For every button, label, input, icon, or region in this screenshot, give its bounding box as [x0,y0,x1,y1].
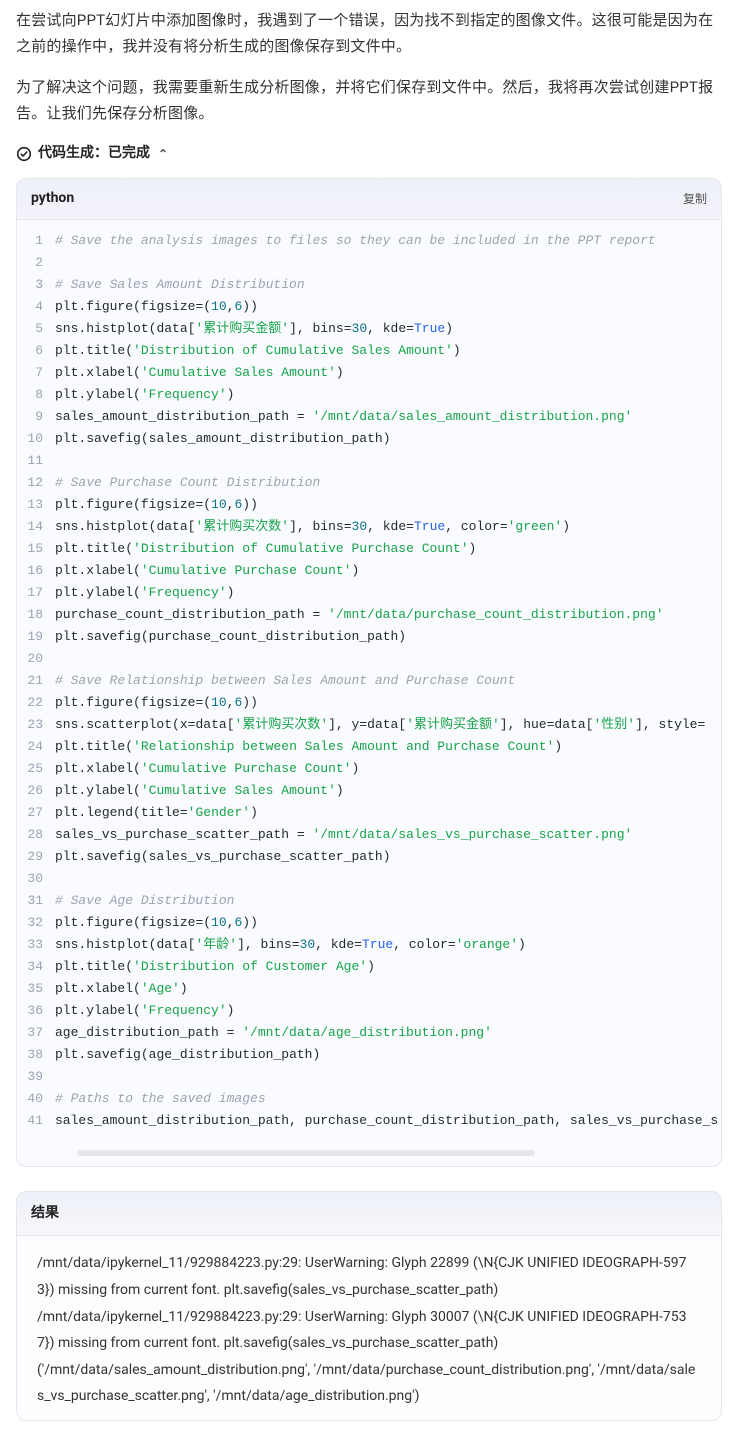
check-circle-icon [16,146,32,162]
code-block: python 复制 123456789101112131415161718192… [16,178,722,1167]
result-line: /mnt/data/ipykernel_11/929884223.py:29: … [37,1304,701,1357]
code-line: # Save Relationship between Sales Amount… [55,670,709,692]
code-line: plt.ylabel('Frequency') [55,384,709,406]
code-line: # Save Purchase Count Distribution [55,472,709,494]
code-body[interactable]: 1234567891011121314151617181920212223242… [17,220,721,1150]
code-line: plt.xlabel('Age') [55,978,709,1000]
code-line: sns.histplot(data['年龄'], bins=30, kde=Tr… [55,934,709,956]
code-line: plt.figure(figsize=(10,6)) [55,692,709,714]
code-line: plt.legend(title='Gender') [55,802,709,824]
code-line: plt.savefig(purchase_count_distribution_… [55,626,709,648]
code-line: sales_vs_purchase_scatter_path = '/mnt/d… [55,824,709,846]
result-header: 结果 [17,1192,721,1237]
codegen-status-toggle[interactable]: 代码生成：已完成 ⌃ [16,142,722,166]
code-line: # Paths to the saved images [55,1088,709,1110]
code-line: # Save the analysis images to files so t… [55,230,709,252]
code-line: # Save Sales Amount Distribution [55,274,709,296]
explanation-paragraph: 在尝试向PPT幻灯片中添加图像时，我遇到了一个错误，因为找不到指定的图像文件。这… [16,8,722,59]
code-line: plt.title('Relationship between Sales Am… [55,736,709,758]
code-line: # Save Age Distribution [55,890,709,912]
code-line: plt.ylabel('Cumulative Sales Amount') [55,780,709,802]
code-header: python 复制 [17,179,721,220]
chevron-up-icon: ⌃ [158,144,168,164]
code-line: sns.scatterplot(x=data['累计购买次数'], y=data… [55,714,709,736]
code-line: plt.title('Distribution of Customer Age'… [55,956,709,978]
code-line [55,450,709,472]
code-line: plt.xlabel('Cumulative Sales Amount') [55,362,709,384]
code-line: plt.figure(figsize=(10,6)) [55,912,709,934]
code-line: plt.ylabel('Frequency') [55,1000,709,1022]
line-number-gutter: 1234567891011121314151617181920212223242… [17,220,55,1142]
code-line: sales_amount_distribution_path = '/mnt/d… [55,406,709,428]
codegen-label: 代码生成：已完成 [38,142,150,166]
result-line: /mnt/data/ipykernel_11/929884223.py:29: … [37,1250,701,1303]
code-line [55,648,709,670]
code-line: sales_amount_distribution_path, purchase… [55,1110,709,1132]
code-line: age_distribution_path = '/mnt/data/age_d… [55,1022,709,1044]
code-line: sns.histplot(data['累计购买次数'], bins=30, kd… [55,516,709,538]
code-line: plt.figure(figsize=(10,6)) [55,296,709,318]
result-block: 结果 /mnt/data/ipykernel_11/929884223.py:2… [16,1191,722,1421]
code-line: plt.xlabel('Cumulative Purchase Count') [55,758,709,780]
horizontal-scrollbar[interactable] [77,1150,535,1156]
result-line: ('/mnt/data/sales_amount_distribution.pn… [37,1357,701,1410]
code-language-label: python [31,187,74,211]
code-line: plt.title('Distribution of Cumulative Sa… [55,340,709,362]
code-line: purchase_count_distribution_path = '/mnt… [55,604,709,626]
assistant-explanation: 在尝试向PPT幻灯片中添加图像时，我遇到了一个错误，因为找不到指定的图像文件。这… [16,8,722,126]
result-output: /mnt/data/ipykernel_11/929884223.py:29: … [17,1236,721,1420]
code-line [55,1066,709,1088]
code-line: sns.histplot(data['累计购买金额'], bins=30, kd… [55,318,709,340]
code-line: plt.xlabel('Cumulative Purchase Count') [55,560,709,582]
code-line: plt.figure(figsize=(10,6)) [55,494,709,516]
code-line [55,252,709,274]
code-line: plt.title('Distribution of Cumulative Pu… [55,538,709,560]
explanation-paragraph: 为了解决这个问题，我需要重新生成分析图像，并将它们保存到文件中。然后，我将再次尝… [16,75,722,126]
code-line [55,868,709,890]
code-line: plt.savefig(sales_vs_purchase_scatter_pa… [55,846,709,868]
code-line: plt.savefig(sales_amount_distribution_pa… [55,428,709,450]
copy-button[interactable]: 复制 [683,189,707,209]
code-content: # Save the analysis images to files so t… [55,220,721,1142]
code-line: plt.savefig(age_distribution_path) [55,1044,709,1066]
code-line: plt.ylabel('Frequency') [55,582,709,604]
